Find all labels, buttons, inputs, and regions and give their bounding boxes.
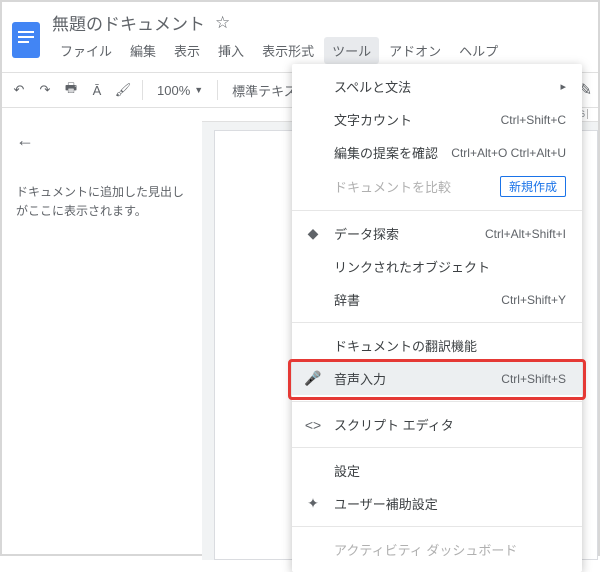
menu-divider xyxy=(292,322,582,323)
menu-divider xyxy=(292,447,582,448)
menu-item-shortcut: Ctrl+Alt+Shift+I xyxy=(485,227,566,241)
menu-item-1[interactable]: 編集 xyxy=(122,37,164,64)
menu-item-shortcut: Ctrl+Shift+S xyxy=(501,372,566,386)
redo-button[interactable]: ↷ xyxy=(34,79,56,101)
docs-logo-icon[interactable] xyxy=(12,22,40,58)
menu-item-6[interactable]: アドオン xyxy=(381,37,449,64)
menu-item-label: ユーザー補助設定 xyxy=(334,494,566,513)
menu-item-アクティビティ ダッシュボード: アクティビティ ダッシュボード xyxy=(292,533,582,566)
menu-item-音声入力[interactable]: 🎤 音声入力 Ctrl+Shift+S xyxy=(292,362,582,395)
menu-item-label: スペルと文法 xyxy=(334,77,548,96)
menu-item-icon: ◆ xyxy=(304,225,322,242)
menu-item-label: 文字カウント xyxy=(334,110,489,129)
menu-item-icon: <> xyxy=(304,417,322,433)
menu-item-label: リンクされたオブジェクト xyxy=(334,257,566,276)
menu-item-ドキュメントを比較: ドキュメントを比較新規作成 xyxy=(292,169,582,204)
zoom-select[interactable]: 100% ▼ xyxy=(151,83,209,98)
menu-item-文字カウント[interactable]: 文字カウント Ctrl+Shift+C xyxy=(292,103,582,136)
menu-item-リンクされたオブジェクト[interactable]: リンクされたオブジェクト xyxy=(292,250,582,283)
menu-item-データ探索[interactable]: ◆ データ探索 Ctrl+Alt+Shift+I xyxy=(292,217,582,250)
outline-panel: ← ドキュメントに追加した見出しがここに表示されます。 xyxy=(2,108,202,560)
paint-format-button[interactable]: 🖌 xyxy=(112,79,134,101)
tools-menu-dropdown: スペルと文法文字カウント Ctrl+Shift+C 編集の提案を確認 Ctrl+Alt… xyxy=(292,64,582,572)
menu-item-label: 辞書 xyxy=(334,290,489,309)
menu-item-辞書[interactable]: 辞書 Ctrl+Shift+Y xyxy=(292,283,582,316)
menu-item-0[interactable]: ファイル xyxy=(52,37,120,64)
menu-divider xyxy=(292,526,582,527)
menu-item-ドキュメントの翻訳機能[interactable]: ドキュメントの翻訳機能 xyxy=(292,329,582,362)
menu-item-shortcut: Ctrl+Shift+Y xyxy=(501,293,566,307)
menu-item-shortcut: Ctrl+Alt+O Ctrl+Alt+U xyxy=(451,146,566,160)
print-button[interactable]: 🖶 xyxy=(60,79,82,101)
menu-item-label: ドキュメントを比較 xyxy=(334,177,488,196)
zoom-value: 100% xyxy=(157,83,190,98)
menu-item-label: 設定 xyxy=(334,461,566,480)
star-icon[interactable]: ☆ xyxy=(215,13,230,33)
menu-item-shortcut: Ctrl+Shift+C xyxy=(501,113,566,127)
menu-item-ユーザー補助設定[interactable]: ✦ ユーザー補助設定 xyxy=(292,487,582,520)
menu-item-label: 編集の提案を確認 xyxy=(334,143,439,162)
titlebar: 無題のドキュメント ☆ ファイル編集表示挿入表示形式ツールアドオンヘルプ xyxy=(2,2,598,72)
menu-item-7[interactable]: ヘルプ xyxy=(451,37,506,64)
menu-item-設定[interactable]: 設定 xyxy=(292,454,582,487)
menu-item-4[interactable]: 表示形式 xyxy=(254,37,322,64)
menu-item-5[interactable]: ツール xyxy=(324,37,379,64)
menu-item-icon: ✦ xyxy=(304,495,322,512)
spellcheck-button[interactable]: Ā xyxy=(86,79,108,101)
menu-item-label: データ探索 xyxy=(334,224,473,243)
document-title[interactable]: 無題のドキュメント xyxy=(52,10,205,35)
menu-item-icon: 🎤 xyxy=(304,370,322,387)
menu-item-3[interactable]: 挿入 xyxy=(210,37,252,64)
menu-item-スペルと文法[interactable]: スペルと文法 xyxy=(292,70,582,103)
outline-placeholder: ドキュメントに追加した見出しがここに表示されます。 xyxy=(16,183,188,221)
menu-item-スクリプト エディタ[interactable]: <> スクリプト エディタ xyxy=(292,408,582,441)
menu-item-label: スクリプト エディタ xyxy=(334,415,566,434)
menu-item-編集の提案を確認[interactable]: 編集の提案を確認 Ctrl+Alt+O Ctrl+Alt+U xyxy=(292,136,582,169)
chevron-down-icon: ▼ xyxy=(194,85,203,95)
menu-divider xyxy=(292,401,582,402)
menu-item-label: アクティビティ ダッシュボード xyxy=(334,540,566,559)
collapse-outline-button[interactable]: ← xyxy=(16,126,188,155)
new-badge: 新規作成 xyxy=(500,176,566,197)
undo-button[interactable]: ↶ xyxy=(8,79,30,101)
menu-item-label: 音声入力 xyxy=(334,369,489,388)
menu-item-2[interactable]: 表示 xyxy=(166,37,208,64)
menu-item-label: ドキュメントの翻訳機能 xyxy=(334,336,566,355)
menu-divider xyxy=(292,210,582,211)
